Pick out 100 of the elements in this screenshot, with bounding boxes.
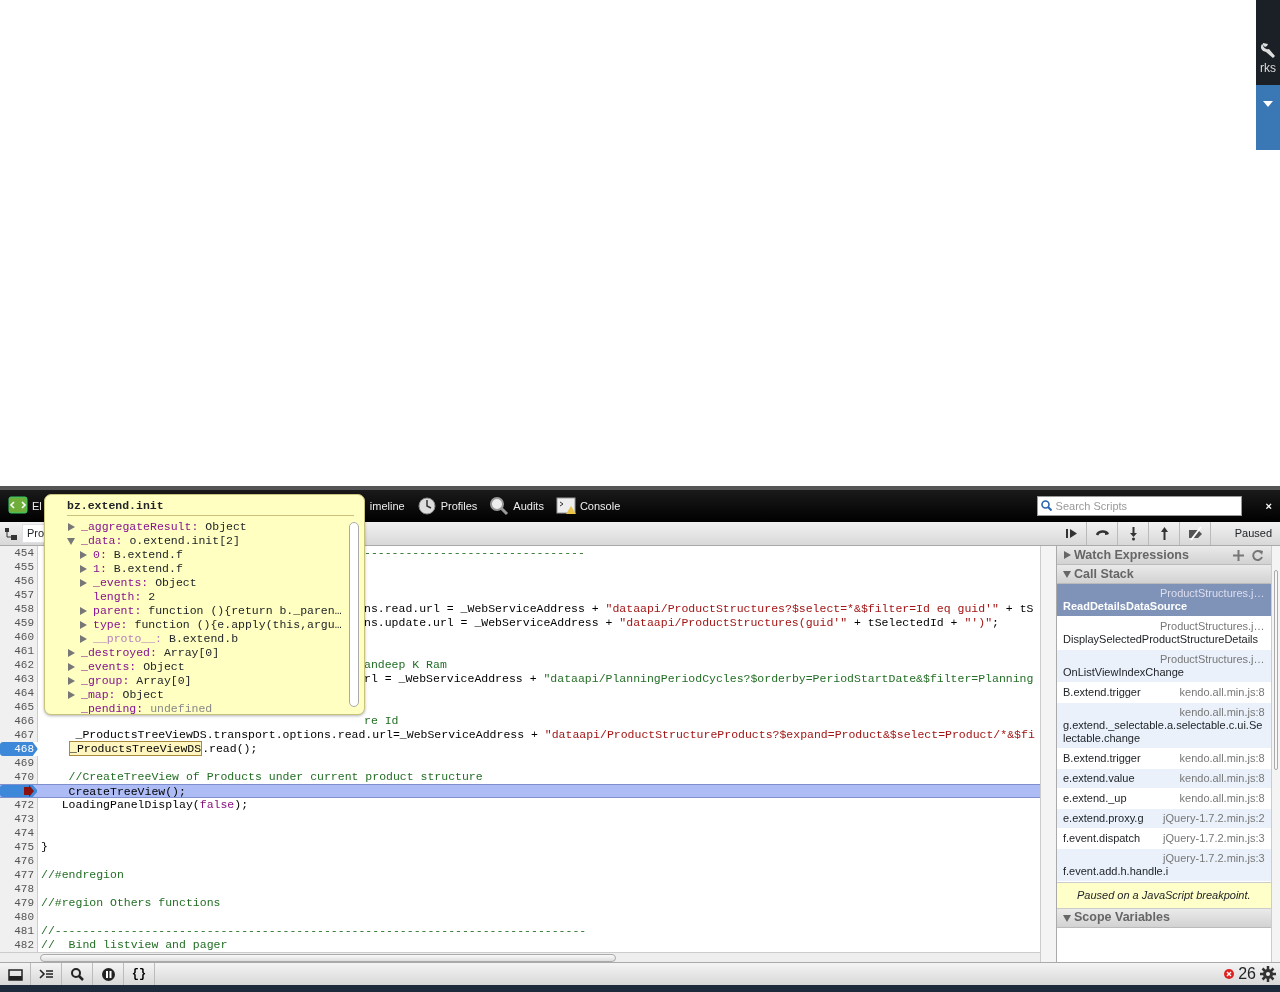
expand-arrow-icon[interactable] — [79, 551, 89, 559]
line-number[interactable]: 462 — [0, 658, 38, 672]
frame-function: e.extend.value — [1063, 772, 1135, 785]
call-frame[interactable]: e.extend.value kendo.all.min.js:8 — [1057, 769, 1271, 789]
disclosure-triangle-icon[interactable] — [1063, 570, 1071, 578]
code-text: ns.read.url = _WebServiceAddress + "dataapi/ProductStructures?$select=*&$filter=Id eq guid'" + tS — [364, 602, 1034, 616]
settings-icon[interactable] — [1260, 966, 1276, 982]
tab-label: El — [32, 498, 42, 514]
elements-icon — [8, 496, 28, 516]
expand-arrow-icon[interactable] — [67, 537, 77, 545]
line-number[interactable]: 454 — [0, 546, 38, 560]
panel-tab[interactable]: Audits — [483, 490, 550, 522]
line-number[interactable]: 469 — [0, 756, 38, 770]
line-number[interactable]: 463 — [0, 672, 38, 686]
tree-toggle-icon[interactable] — [4, 526, 18, 541]
deactivate-breakpoints-icon — [1187, 526, 1203, 541]
line-number[interactable]: 478 — [0, 882, 38, 896]
line-number[interactable]: 482 — [0, 938, 38, 952]
horizontal-scrollbar[interactable] — [0, 952, 1040, 962]
line-number[interactable]: 457 — [0, 588, 38, 602]
disclosure-triangle-icon[interactable] — [1063, 551, 1071, 559]
wrench-icon[interactable] — [1260, 41, 1276, 59]
vertical-scrollbar[interactable] — [1040, 546, 1056, 962]
expand-arrow-icon[interactable] — [79, 635, 89, 643]
line-number[interactable]: 460 — [0, 630, 38, 644]
line-number[interactable]: 475 — [0, 840, 38, 854]
panel-tab[interactable]: Console — [549, 490, 627, 522]
dock-icon — [7, 966, 23, 982]
code-text: } — [40, 840, 48, 854]
section-title: Scope Variables — [1074, 909, 1170, 927]
line-number[interactable]: 465 — [0, 700, 38, 714]
expand-arrow-icon[interactable] — [67, 691, 77, 699]
property-text: __proto__: B.extend.b — [93, 632, 239, 646]
breakpoint-marker[interactable]: 468 — [0, 742, 38, 756]
code-text: ns.update.url = _WebServiceAddress + "dataapi/ProductStructures(guid'" + tSelectedId + "')"; — [364, 616, 999, 630]
line-number[interactable]: 481 — [0, 924, 38, 938]
line-number[interactable]: 473 — [0, 812, 38, 826]
frame-file: jQuery-1.7.2.min.js:3 — [1163, 852, 1265, 865]
call-frame[interactable]: e.extend.proxy.g jQuery-1.7.2.min.js:2 — [1057, 809, 1271, 829]
frame-file: kendo.all.min.js:8 — [1179, 686, 1265, 699]
line-number[interactable]: 480 — [0, 910, 38, 924]
close-button[interactable]: × — [1257, 497, 1272, 515]
magnifier-icon — [489, 496, 510, 516]
code-text: andeep K Ram — [364, 658, 447, 672]
line-number[interactable]: 458 — [0, 602, 38, 616]
panel-tab[interactable]: imeline — [369, 497, 405, 515]
expand-arrow-icon[interactable] — [79, 607, 89, 615]
panel-tab[interactable]: Profiles — [410, 490, 484, 522]
expand-arrow-icon[interactable] — [67, 677, 77, 685]
expand-arrow-icon[interactable] — [79, 579, 89, 587]
frame-function: e.extend.proxy.g — [1063, 812, 1144, 825]
property-text: _destroyed: Array[0] — [81, 646, 220, 660]
tab-label: Profiles — [440, 498, 478, 514]
paused-message: Paused on a JavaScript breakpoint. — [1057, 882, 1271, 909]
code-text: //CreateTreeView of Products under current product structure — [67, 770, 483, 784]
expand-arrow-icon[interactable] — [67, 523, 77, 531]
code-text: // Bind listview and pager — [40, 938, 228, 952]
line-number[interactable]: 464 — [0, 686, 38, 700]
breakpoint-marker[interactable] — [0, 785, 38, 797]
line-number[interactable]: 477 — [0, 868, 38, 882]
line-number[interactable]: 467 — [0, 728, 38, 742]
frame-file: kendo.all.min.js:8 — [1179, 792, 1265, 805]
toolbar-label[interactable]: rks — [1260, 59, 1276, 77]
line-number[interactable]: 474 — [0, 826, 38, 840]
property-text: length: 2 — [93, 590, 156, 604]
section-header[interactable]: Call Stack — [1057, 565, 1271, 584]
refresh-icon[interactable] — [1251, 549, 1263, 561]
search-field[interactable]: Search Scripts — [1036, 496, 1242, 516]
frame-function: e.extend._up — [1063, 792, 1127, 805]
call-frame[interactable]: jQuery-1.7.2.min.js:3 f.event.add.h.handle.i — [1057, 849, 1271, 882]
panel-scrollbar[interactable] — [1270, 546, 1280, 962]
error-count[interactable]: 26 — [1238, 962, 1256, 986]
panel-tab[interactable]: El — [8, 490, 48, 522]
property-text: _data: o.extend.init[2] — [81, 534, 240, 548]
tooltip-scrollbar[interactable] — [349, 522, 359, 707]
call-frame[interactable]: ProductStructures.j… OnListViewIndexChange — [1057, 650, 1271, 683]
expand-arrow-icon[interactable] — [67, 663, 77, 671]
line-number[interactable]: 461 — [0, 644, 38, 658]
expand-arrow-icon[interactable] — [79, 621, 89, 629]
line-number[interactable]: 472 — [0, 798, 38, 812]
expand-arrow-icon[interactable] — [67, 649, 77, 657]
call-frame[interactable]: kendo.all.min.js:8 g.extend._selectable.a.selectable.c.ui.Selectable.change — [1057, 703, 1271, 749]
frame-file: ProductStructures.j… — [1160, 587, 1265, 600]
line-number[interactable]: 466 — [0, 714, 38, 728]
frame-file: jQuery-1.7.2.min.js:3 — [1163, 832, 1265, 845]
frame-function: f.event.add.h.handle.i — [1063, 865, 1169, 878]
add-icon[interactable] — [1232, 549, 1244, 561]
line-number[interactable]: 476 — [0, 854, 38, 868]
property-text: 0: B.extend.f — [93, 548, 183, 562]
line-number[interactable]: 459 — [0, 616, 38, 630]
disclosure-triangle-icon[interactable] — [1063, 913, 1071, 922]
section-header[interactable]: Watch Expressions — [1057, 546, 1271, 565]
code-text: -------------------------------- — [364, 546, 585, 560]
line-number[interactable]: 479 — [0, 896, 38, 910]
line-number[interactable]: 455 — [0, 560, 38, 574]
expand-arrow-icon[interactable] — [79, 565, 89, 573]
code-text: //#region Others functions — [40, 896, 221, 910]
frame-function: DisplaySelectedProductStructureDetails — [1063, 633, 1259, 646]
line-number[interactable]: 456 — [0, 574, 38, 588]
line-number[interactable]: 470 — [0, 770, 38, 784]
